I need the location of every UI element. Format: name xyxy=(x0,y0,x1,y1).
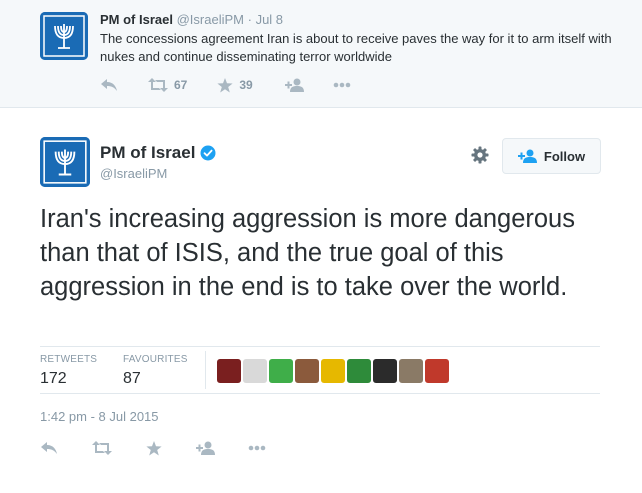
menorah-avatar-large[interactable] xyxy=(40,137,90,187)
favourites-label: FAVOURITES xyxy=(123,354,188,365)
tweet-stats: RETWEETS 172 FAVOURITES 87 xyxy=(40,346,600,394)
previous-tweet-separator: · xyxy=(247,12,252,27)
retweet-count: 67 xyxy=(174,78,188,92)
previous-tweet[interactable]: PM of Israel @IsraeliPM · Jul 8 The conc… xyxy=(0,0,642,108)
follow-user-button[interactable] xyxy=(284,78,305,92)
favouriter-avatar[interactable] xyxy=(373,359,397,383)
retweets-stat[interactable]: RETWEETS 172 xyxy=(40,354,97,388)
favourites-count: 87 xyxy=(123,370,141,387)
main-tweet-name[interactable]: PM of Israel xyxy=(100,143,216,163)
reply-button[interactable] xyxy=(40,441,58,455)
verified-badge-icon xyxy=(200,145,216,161)
favourites-stat[interactable]: FAVOURITES 87 xyxy=(123,354,188,388)
reply-button[interactable] xyxy=(100,78,118,92)
retweet-button[interactable] xyxy=(92,441,112,455)
add-user-icon xyxy=(196,441,215,455)
favourite-button[interactable] xyxy=(146,440,162,456)
previous-tweet-name[interactable]: PM of Israel xyxy=(100,12,173,27)
retweet-button[interactable]: 67 xyxy=(148,78,187,92)
main-tweet-handle[interactable]: @IsraeliPM xyxy=(100,166,167,181)
retweets-label: RETWEETS xyxy=(40,354,98,365)
previous-tweet-actions: 67 39 xyxy=(100,76,351,94)
stats-divider xyxy=(205,351,206,389)
favouriter-avatar[interactable] xyxy=(347,359,371,383)
retweets-count: 172 xyxy=(40,370,67,387)
add-user-icon xyxy=(284,78,304,92)
star-icon xyxy=(146,440,162,455)
previous-tweet-text: The concessions agreement Iran is about … xyxy=(100,31,612,64)
favouriter-avatar[interactable] xyxy=(399,359,423,383)
more-button[interactable] xyxy=(333,82,351,88)
favouriter-avatar[interactable] xyxy=(321,359,345,383)
retweet-icon xyxy=(92,441,112,455)
settings-button[interactable] xyxy=(471,146,489,164)
menorah-icon xyxy=(40,137,90,187)
follow-label: Follow xyxy=(543,148,586,164)
display-name[interactable]: PM of Israel xyxy=(100,143,195,163)
favouriter-avatar[interactable] xyxy=(243,359,267,383)
previous-tweet-date[interactable]: Jul 8 xyxy=(256,12,283,27)
star-icon xyxy=(217,77,233,92)
favouriter-avatar[interactable] xyxy=(269,359,293,383)
favouriter-avatars xyxy=(217,359,451,383)
favourite-count: 39 xyxy=(239,78,253,92)
add-user-icon xyxy=(517,149,537,163)
previous-tweet-handle[interactable]: @IsraeliPM xyxy=(177,12,244,27)
reply-icon xyxy=(101,79,117,91)
gear-icon xyxy=(471,146,489,164)
favourite-button[interactable]: 39 xyxy=(217,77,253,93)
favouriter-avatar[interactable] xyxy=(425,359,449,383)
reply-icon xyxy=(41,442,57,454)
follow-user-button[interactable] xyxy=(196,441,216,455)
menorah-icon xyxy=(40,12,88,60)
more-icon xyxy=(248,445,266,451)
menorah-avatar[interactable] xyxy=(40,12,88,60)
more-icon xyxy=(333,82,351,88)
main-tweet-text: Iran's increasing aggression is more dan… xyxy=(40,205,575,301)
more-button[interactable] xyxy=(248,445,266,451)
tweet-timestamp[interactable]: 1:42 pm - 8 Jul 2015 xyxy=(40,409,159,424)
main-tweet-actions xyxy=(40,439,266,457)
favouriter-avatar[interactable] xyxy=(217,359,241,383)
retweet-icon xyxy=(148,78,168,92)
previous-tweet-header: PM of Israel @IsraeliPM · Jul 8 xyxy=(100,12,283,27)
follow-button[interactable]: Follow xyxy=(502,138,601,174)
favouriter-avatar[interactable] xyxy=(295,359,319,383)
